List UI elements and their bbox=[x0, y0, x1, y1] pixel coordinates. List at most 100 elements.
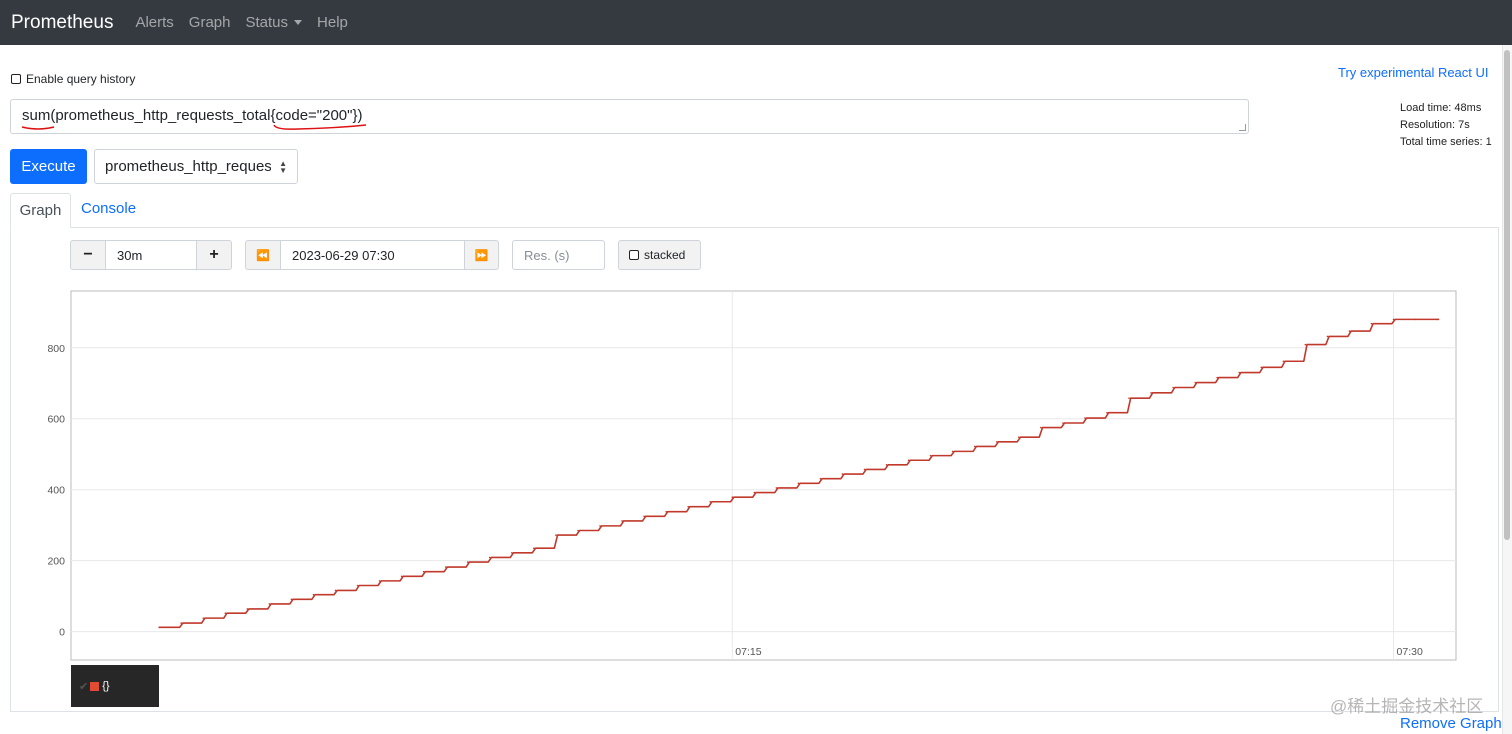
data-point bbox=[533, 547, 535, 550]
remove-graph-link[interactable]: Remove Graph bbox=[1400, 715, 1502, 732]
time-forward-button[interactable]: ⏩ bbox=[464, 240, 499, 270]
data-point bbox=[907, 459, 910, 462]
tab-graph[interactable]: Graph bbox=[10, 193, 71, 228]
data-point bbox=[1282, 360, 1285, 363]
checkbox[interactable] bbox=[629, 250, 639, 260]
execute-button[interactable]: Execute bbox=[10, 149, 87, 184]
data-point bbox=[555, 534, 557, 536]
data-point bbox=[158, 626, 160, 629]
data-point bbox=[973, 445, 976, 448]
data-point bbox=[224, 612, 227, 614]
data-point bbox=[951, 450, 954, 453]
underline-annotation bbox=[273, 124, 367, 130]
data-point bbox=[753, 491, 756, 494]
data-point bbox=[444, 566, 447, 568]
total-series: Total time series: 1 bbox=[1400, 136, 1492, 148]
rewind-icon: ⏪ bbox=[256, 249, 270, 262]
scrollbar-thumb[interactable] bbox=[1504, 50, 1510, 540]
query-stats: Load time: 48ms Resolution: 7s Total tim… bbox=[1400, 100, 1492, 151]
data-point bbox=[687, 505, 689, 508]
time-back-button[interactable]: ⏪ bbox=[245, 240, 281, 270]
data-point bbox=[1128, 397, 1130, 399]
y-tick-label: 200 bbox=[47, 556, 65, 568]
data-point bbox=[1040, 426, 1042, 429]
data-point bbox=[1216, 376, 1219, 379]
data-point bbox=[489, 556, 491, 559]
underline-annotation bbox=[21, 126, 55, 130]
data-point bbox=[511, 552, 513, 554]
x-tick-label: 07:30 bbox=[1397, 646, 1423, 658]
data-point bbox=[1084, 417, 1086, 419]
load-time: Load time: 48ms bbox=[1400, 102, 1482, 114]
checkbox[interactable] bbox=[11, 74, 21, 84]
y-tick-label: 400 bbox=[47, 485, 65, 497]
data-point bbox=[1238, 371, 1241, 374]
minus-icon: − bbox=[83, 246, 93, 263]
range-increase-button[interactable]: + bbox=[196, 240, 232, 270]
data-point bbox=[929, 454, 932, 457]
data-point bbox=[334, 589, 337, 592]
data-point bbox=[1370, 322, 1373, 325]
watermark: @稀土掘金技术社区 bbox=[1330, 697, 1484, 716]
query-history-toggle[interactable]: Enable query history bbox=[11, 72, 135, 86]
fast-forward-icon: ⏩ bbox=[474, 249, 489, 262]
nav-status-label: Status bbox=[245, 14, 289, 31]
data-point bbox=[1172, 386, 1174, 389]
data-point bbox=[1414, 318, 1417, 321]
series-swatch bbox=[90, 681, 100, 691]
data-point bbox=[1194, 381, 1196, 384]
data-point bbox=[775, 487, 778, 489]
data-point bbox=[819, 477, 822, 480]
data-point bbox=[1392, 318, 1395, 321]
graph-chart[interactable]: 0 200 400 600 800 07:15 07:30 bbox=[40, 286, 1470, 664]
range-input[interactable]: 30m bbox=[105, 240, 197, 270]
resolution: Resolution: 7s bbox=[1400, 119, 1470, 131]
end-time-input[interactable]: 2023-06-29 07:30 bbox=[280, 240, 465, 270]
data-point bbox=[1062, 422, 1064, 424]
data-point bbox=[709, 500, 712, 503]
data-point bbox=[885, 464, 888, 466]
data-point bbox=[290, 598, 293, 601]
nav-status-dropdown[interactable]: Status bbox=[246, 14, 303, 31]
data-point bbox=[577, 529, 579, 532]
data-point bbox=[621, 520, 623, 522]
legend-label: {} bbox=[102, 680, 110, 692]
react-ui-link[interactable]: Try experimental React UI bbox=[1338, 65, 1489, 80]
brand-link[interactable]: Prometheus bbox=[11, 12, 113, 34]
nav-alerts[interactable]: Alerts bbox=[135, 14, 173, 31]
data-point bbox=[797, 482, 800, 485]
data-point bbox=[246, 608, 249, 610]
data-point bbox=[1348, 330, 1351, 332]
nav-graph[interactable]: Graph bbox=[189, 14, 231, 31]
data-point bbox=[378, 580, 381, 582]
range-decrease-button[interactable]: − bbox=[70, 240, 106, 270]
stacked-toggle[interactable]: stacked bbox=[618, 240, 701, 270]
range-value: 30m bbox=[117, 247, 143, 263]
tab-console[interactable]: Console bbox=[81, 200, 136, 217]
query-metric: prometheus_http_requests_total bbox=[55, 107, 271, 124]
data-point bbox=[599, 525, 601, 527]
data-point bbox=[1436, 318, 1439, 321]
expression-input[interactable]: sum(prometheus_http_requests_total{code=… bbox=[10, 99, 1249, 134]
plus-icon: + bbox=[209, 246, 219, 263]
graph-legend[interactable]: ✔ {} bbox=[71, 665, 159, 707]
data-point bbox=[400, 575, 403, 578]
check-icon: ✔ bbox=[79, 680, 89, 693]
data-point bbox=[665, 510, 667, 513]
metric-select-value: prometheus_http_requests_total bbox=[105, 158, 271, 175]
data-point bbox=[268, 603, 271, 605]
data-point bbox=[1260, 366, 1263, 369]
y-tick-label: 800 bbox=[47, 343, 65, 355]
y-tick-label: 0 bbox=[59, 627, 65, 639]
resolution-input[interactable]: Res. (s) bbox=[512, 240, 605, 270]
end-time-value: 2023-06-29 07:30 bbox=[292, 247, 395, 263]
data-point bbox=[422, 570, 425, 573]
metric-select[interactable]: prometheus_http_requests_total ▲▼ bbox=[94, 149, 298, 184]
resize-handle[interactable] bbox=[1239, 124, 1246, 131]
data-point bbox=[180, 622, 183, 624]
nav-help[interactable]: Help bbox=[317, 14, 348, 31]
select-arrows-icon: ▲ ▼ bbox=[279, 159, 287, 175]
resolution-placeholder: Res. (s) bbox=[524, 247, 570, 263]
data-point bbox=[466, 561, 469, 563]
stacked-label: stacked bbox=[644, 248, 686, 262]
